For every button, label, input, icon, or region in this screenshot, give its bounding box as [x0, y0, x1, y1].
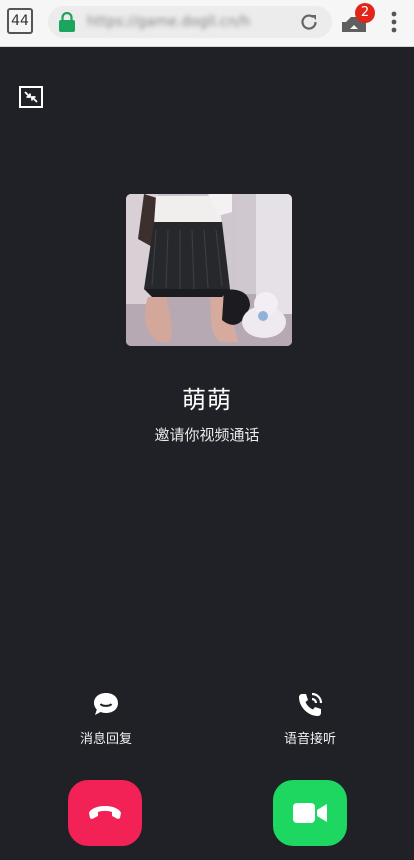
downloads-button[interactable]: 2: [341, 3, 375, 36]
accept-video-call-button[interactable]: [273, 780, 347, 846]
caller-avatar: [126, 194, 292, 346]
message-reply-label: 消息回复: [79, 732, 132, 747]
reload-icon[interactable]: [298, 11, 320, 33]
voice-answer-button[interactable]: 语音接听: [250, 691, 370, 747]
lock-icon: [58, 11, 76, 32]
incoming-call-screen: 萌萌 邀请你视频通话 消息回复 语音接听: [0, 47, 414, 860]
download-count-badge: 2: [355, 3, 375, 23]
menu-icon[interactable]: [389, 11, 399, 33]
caller-name: 萌萌: [182, 386, 232, 414]
minimize-icon[interactable]: [19, 86, 43, 108]
url-text[interactable]: https://game.dogll.cn/h: [87, 14, 287, 30]
tab-switcher-button[interactable]: 44: [7, 8, 33, 34]
browser-toolbar: 44 https://game.dogll.cn/h 2: [0, 0, 414, 47]
call-invitation-text: 邀请你视频通话: [154, 426, 260, 444]
video-camera-icon: [293, 803, 327, 823]
message-reply-button[interactable]: 消息回复: [46, 691, 166, 747]
phone-icon: [299, 692, 323, 716]
hang-up-icon: [89, 806, 121, 819]
voice-answer-label: 语音接听: [283, 732, 336, 747]
decline-call-button[interactable]: [68, 780, 142, 846]
address-bar[interactable]: https://game.dogll.cn/h: [48, 6, 332, 38]
chat-bubble-icon: [94, 693, 118, 715]
